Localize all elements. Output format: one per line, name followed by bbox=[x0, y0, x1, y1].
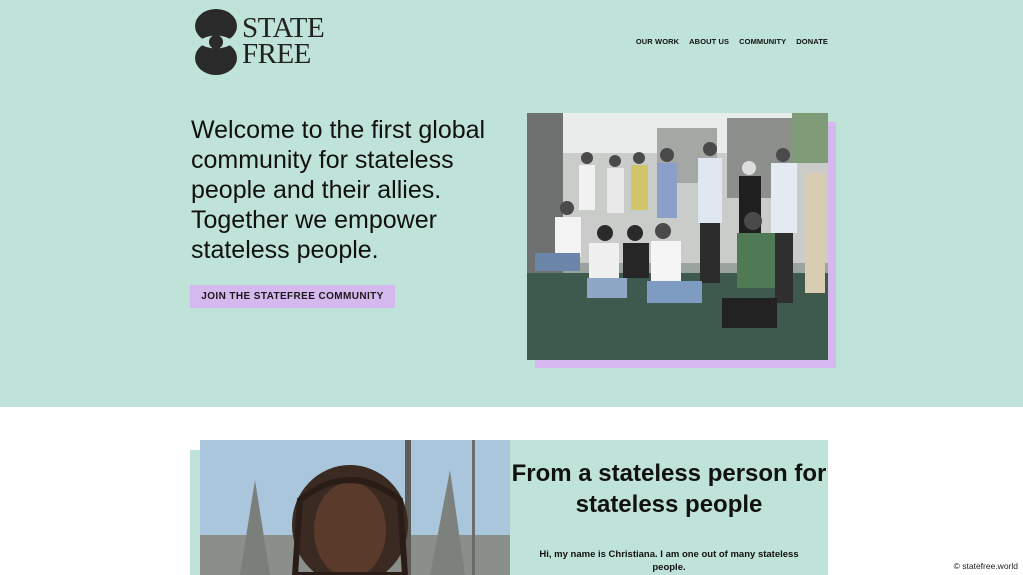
christiana-portrait bbox=[200, 440, 510, 575]
logo-line-2: FREE bbox=[242, 38, 311, 70]
main-nav: OUR WORK ABOUT US COMMUNITY DONATE bbox=[636, 37, 828, 46]
group-photo bbox=[527, 113, 828, 360]
hero-headline: Welcome to the first global community fo… bbox=[191, 116, 486, 264]
story-panel: From a stateless person for stateless pe… bbox=[510, 440, 828, 575]
nav-about-us[interactable]: ABOUT US bbox=[689, 37, 729, 46]
join-community-button[interactable]: JOIN THE STATEFREE COMMUNITY bbox=[190, 285, 395, 308]
statefree-logo[interactable]: STATE FREE bbox=[194, 9, 344, 77]
group-photo-illustration bbox=[527, 113, 828, 360]
portrait-illustration bbox=[200, 440, 510, 575]
nav-community[interactable]: COMMUNITY bbox=[739, 37, 786, 46]
nav-our-work[interactable]: OUR WORK bbox=[636, 37, 679, 46]
logo-wordmark: STATE FREE bbox=[242, 14, 325, 70]
hero-section: STATE FREE OUR WORK ABOUT US COMMUNITY D… bbox=[0, 0, 1023, 407]
image-credit: © statefree.world bbox=[953, 561, 1018, 571]
nav-donate[interactable]: DONATE bbox=[796, 37, 828, 46]
eye-logo-icon bbox=[195, 9, 237, 75]
story-title: From a stateless person for stateless pe… bbox=[511, 460, 827, 518]
story-intro-text: Hi, my name is Christiana. I am one out … bbox=[539, 549, 799, 573]
